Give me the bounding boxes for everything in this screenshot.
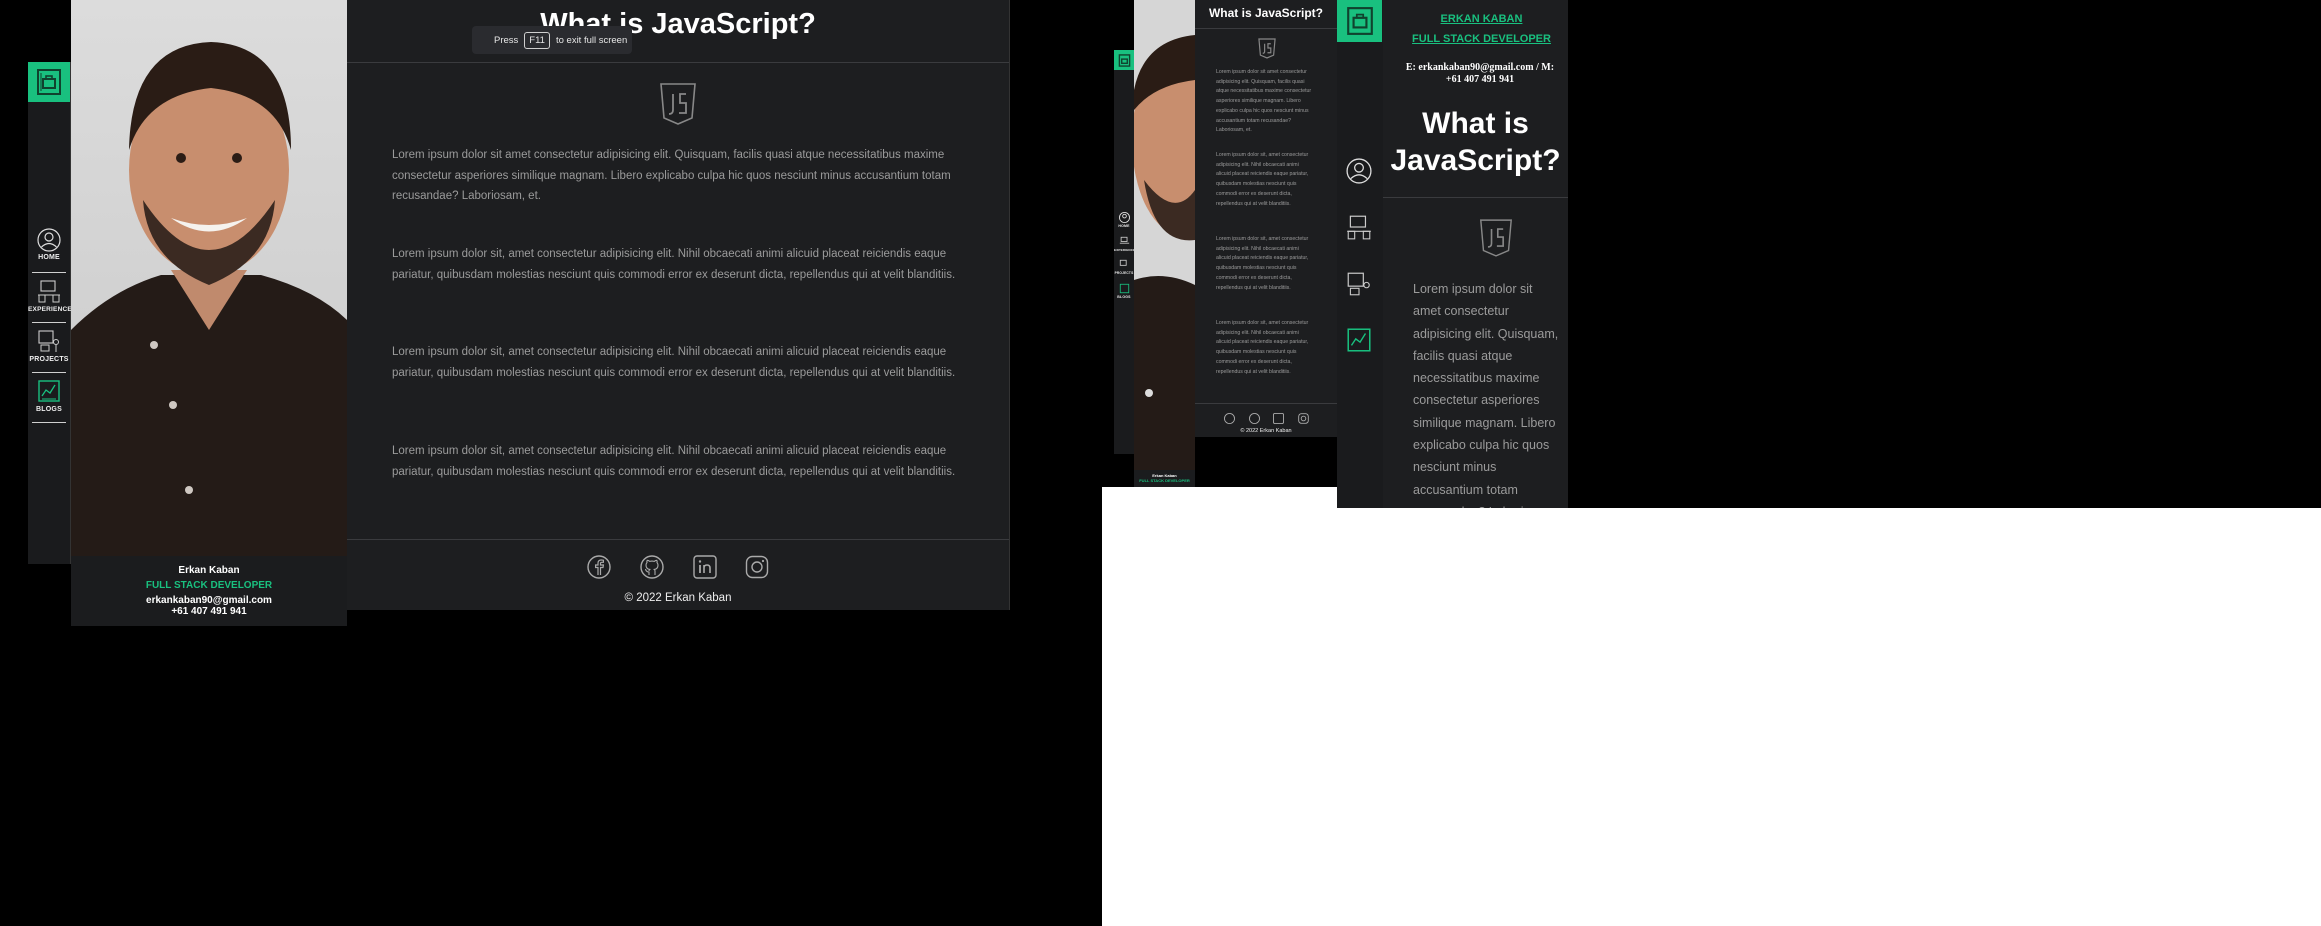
footer-divider xyxy=(347,539,1009,540)
js-logo-icon xyxy=(1258,38,1276,64)
notice-key: F11 xyxy=(524,31,550,49)
tablet-brand-logo[interactable] xyxy=(1114,50,1134,70)
briefcase-logo-icon xyxy=(37,69,61,95)
tablet-title-divider xyxy=(1195,28,1337,29)
mobile-brand-logo[interactable] xyxy=(1337,0,1382,42)
nav-item-blogs[interactable]: BLOGS xyxy=(28,378,70,413)
nav-label: PROJECTS xyxy=(1114,271,1134,275)
user-circle-icon xyxy=(1346,158,1372,184)
mobile-page-title: What is JavaScript? xyxy=(1390,107,1561,177)
nav-item-experience[interactable]: EXPERIENCE xyxy=(28,278,72,313)
nav-divider xyxy=(32,322,66,323)
mobile-name[interactable]: ERKAN KABAN xyxy=(1383,13,1568,25)
linkedin-icon[interactable] xyxy=(1273,411,1284,429)
blog-chart-icon xyxy=(1119,283,1129,294)
profile-name: Erkan Kaban xyxy=(178,565,240,576)
project-board-icon xyxy=(1347,272,1370,296)
nav-label: EXPERIENCE xyxy=(28,306,72,313)
nav-label: EXPERIENCE xyxy=(1114,248,1136,252)
nav-item-home[interactable]: HOME xyxy=(28,228,70,261)
footer-copyright: © 2022 Erkan Kaban xyxy=(624,592,732,604)
sidebar-rail xyxy=(28,62,71,564)
notice-press: Press xyxy=(494,34,519,46)
article-paragraph: Lorem ipsum dolor sit, amet consectetur … xyxy=(1216,320,1309,375)
tablet-nav-experience[interactable]: EXPERIENCE xyxy=(1114,236,1136,252)
nav-label: HOME xyxy=(1118,224,1130,228)
desk-computer-icon xyxy=(38,280,60,303)
user-circle-icon xyxy=(37,228,61,252)
preview-white-area xyxy=(1102,487,1337,926)
profile-email[interactable]: erkankaban90@gmail.com xyxy=(71,595,347,606)
blog-chart-icon xyxy=(38,380,60,402)
mobile-main-panel: ERKAN KABAN FULL STACK DEVELOPER E: erka… xyxy=(1383,0,1568,508)
user-circle-icon xyxy=(1118,212,1130,223)
article-paragraph: Lorem ipsum dolor sit amet consectetur a… xyxy=(392,149,951,202)
profile-role: FULL STACK DEVELOPER xyxy=(145,580,273,591)
briefcase-logo-icon xyxy=(1118,53,1130,67)
nav-label: BLOGS xyxy=(1117,295,1131,299)
profile-card: Erkan Kaban FULL STACK DEVELOPER erkanka… xyxy=(71,556,347,626)
mobile-nav-projects[interactable] xyxy=(1345,270,1373,303)
article-paragraph: Lorem ipsum dolor sit, amet consectetur … xyxy=(1216,236,1309,291)
nav-item-projects[interactable]: PROJECTS xyxy=(28,328,70,363)
nav-label: HOME xyxy=(38,254,60,261)
briefcase-logo-icon xyxy=(1346,7,1373,35)
github-icon[interactable] xyxy=(1249,411,1260,429)
notice-suffix: to exit full screen xyxy=(555,34,628,46)
article-paragraph: Lorem ipsum dolor sit, amet consectetur … xyxy=(1216,152,1309,207)
mobile-nav-home[interactable] xyxy=(1346,158,1372,189)
footer-copyright: © 2022 Erkan Kaban xyxy=(1240,428,1292,434)
nav-divider xyxy=(32,372,66,373)
title-divider xyxy=(347,62,1009,63)
fullscreen-notice: Press F11 to exit full screen xyxy=(472,26,632,54)
tablet-profile-card: Erkan Kaban FULL STACK DEVELOPER xyxy=(1134,470,1195,487)
facebook-icon[interactable] xyxy=(587,555,611,584)
tablet-nav-blogs[interactable]: BLOGS xyxy=(1114,283,1134,299)
nav-divider xyxy=(32,272,66,273)
project-board-icon xyxy=(1119,259,1127,266)
article-paragraph: Lorem ipsum dolor sit, amet consectetur … xyxy=(392,445,956,478)
brand-logo[interactable] xyxy=(28,62,70,102)
linkedin-icon[interactable] xyxy=(693,555,717,584)
js-logo-icon xyxy=(1479,218,1513,263)
mobile-nav-experience[interactable] xyxy=(1345,213,1373,246)
article-paragraph: Lorem ipsum dolor sit amet consectetur a… xyxy=(1216,69,1312,134)
mobile-sidebar-rail xyxy=(1337,0,1384,508)
mobile-role[interactable]: FULL STACK DEVELOPER xyxy=(1383,33,1568,45)
desk-computer-icon xyxy=(1119,236,1129,244)
mobile-nav-blogs[interactable] xyxy=(1345,326,1373,359)
nav-label: PROJECTS xyxy=(29,356,69,363)
blog-chart-icon xyxy=(1347,328,1371,352)
js-logo-icon xyxy=(659,82,697,131)
nav-label: BLOGS xyxy=(36,406,62,413)
mobile-contact: E: erkankaban90@gmail.com / M: +61 407 4… xyxy=(1405,62,1555,85)
profile-phone: +61 407 491 941 xyxy=(171,606,247,617)
tablet-nav-projects[interactable]: PROJECTS xyxy=(1114,259,1134,275)
instagram-icon[interactable] xyxy=(745,555,769,584)
github-icon[interactable] xyxy=(640,555,664,584)
page-title: What is JavaScript? xyxy=(540,8,816,40)
profile-photo xyxy=(71,0,347,556)
tablet-profile-photo xyxy=(1134,0,1195,470)
article-paragraph: Lorem ipsum dolor sit, amet consectetur … xyxy=(392,248,956,281)
desk-computer-icon xyxy=(1347,215,1371,240)
tablet-sidebar-rail xyxy=(1114,50,1135,454)
mobile-article-paragraph: Lorem ipsum dolor sit amet consectetur a… xyxy=(1413,282,1559,508)
instagram-icon[interactable] xyxy=(1298,411,1309,429)
project-board-icon xyxy=(38,330,59,352)
profile-role: FULL STACK DEVELOPER xyxy=(1139,478,1190,483)
tablet-footer-divider xyxy=(1195,403,1337,404)
facebook-icon[interactable] xyxy=(1224,411,1235,429)
nav-divider xyxy=(32,422,66,423)
tablet-nav-home[interactable]: HOME xyxy=(1114,212,1134,228)
mobile-title-divider xyxy=(1383,197,1568,198)
article-paragraph: Lorem ipsum dolor sit, amet consectetur … xyxy=(392,346,956,379)
tablet-page-title: What is JavaScript? xyxy=(1208,6,1324,20)
preview-white-area xyxy=(1337,508,2321,926)
